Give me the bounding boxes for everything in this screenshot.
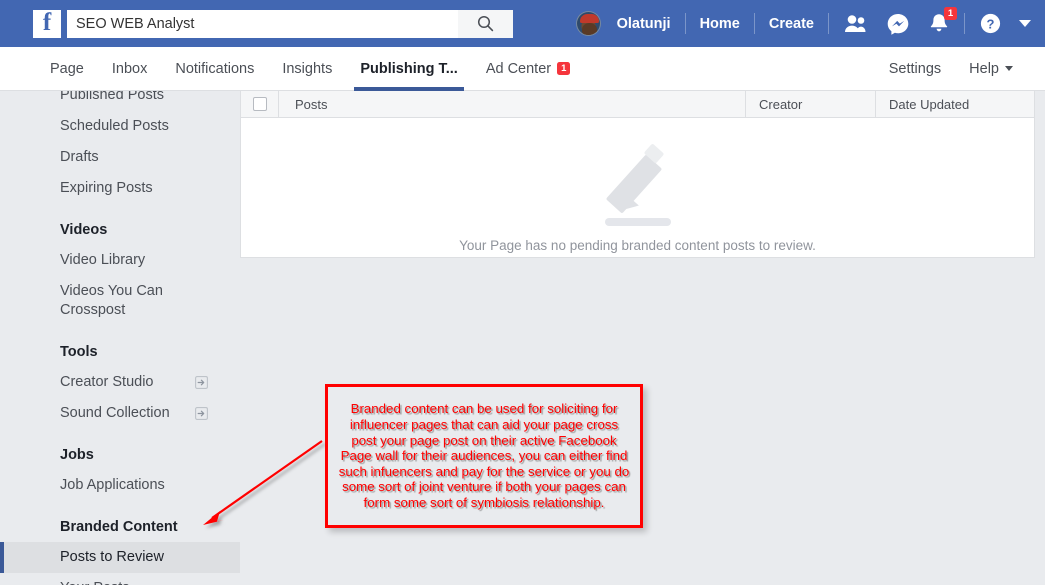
settings-label: Settings — [888, 60, 942, 77]
messenger-icon — [887, 13, 909, 35]
tab-label: Inbox — [111, 60, 148, 77]
sidebar-item-scheduled-posts[interactable]: Scheduled Posts — [0, 111, 240, 142]
tab-ad-center[interactable]: Ad Center 1 — [472, 47, 585, 90]
chevron-down-icon — [1005, 66, 1013, 71]
home-link[interactable]: Home — [691, 16, 749, 32]
annotation-text: Branded content can be used for soliciti… — [338, 401, 630, 510]
tab-label: Notifications — [175, 60, 255, 77]
column-header-creator[interactable]: Creator — [746, 90, 876, 118]
tab-label: Publishing T... — [360, 60, 458, 77]
column-header-date-updated[interactable]: Date Updated — [876, 91, 1034, 118]
sidebar-item-label: Drafts — [60, 149, 99, 165]
page-tab-bar-right: Settings Help — [875, 47, 1027, 90]
avatar[interactable] — [575, 11, 601, 36]
chevron-down-icon[interactable] — [1019, 20, 1031, 27]
column-header-posts[interactable]: Posts — [279, 90, 746, 118]
pencil-baseline — [604, 218, 671, 226]
tab-label: Ad Center — [485, 60, 552, 77]
sidebar-item-video-library[interactable]: Video Library — [0, 245, 240, 276]
help-menu[interactable]: Help — [955, 61, 1027, 77]
sidebar-item-creator-studio[interactable]: Creator Studio — [0, 367, 240, 398]
sidebar-item-label: Creator Studio — [60, 374, 154, 390]
red-arrow-pointer — [203, 440, 323, 525]
sidebar-item-label: Your Posts — [60, 580, 130, 585]
page-tabs: Page Inbox Notifications Insights Publis… — [36, 47, 585, 91]
divider — [828, 13, 829, 34]
empty-state: Your Page has no pending branded content… — [241, 118, 1034, 253]
divider — [684, 13, 686, 34]
create-link[interactable]: Create — [760, 16, 823, 32]
ad-center-badge: 1 — [557, 62, 571, 75]
sidebar-item-label: Scheduled Posts — [60, 118, 169, 134]
search-bar — [67, 9, 513, 38]
sidebar-item-label: Videos You Can Crosspost — [60, 283, 163, 318]
table-header-row: Posts Creator Date Updated — [241, 90, 1034, 118]
sidebar-item-published-posts[interactable]: Published Posts — [0, 91, 240, 111]
sidebar-section-videos: Videos — [60, 222, 108, 238]
help-label: Help — [969, 60, 999, 77]
notifications-button[interactable]: 1 — [919, 0, 959, 47]
search-input[interactable] — [67, 9, 458, 38]
tab-publishing-tools[interactable]: Publishing T... — [346, 47, 471, 91]
top-navigation-bar: f Olatunji Home Create — [0, 0, 1045, 47]
select-all-cell — [241, 90, 279, 118]
sidebar-item-expiring-posts[interactable]: Expiring Posts — [0, 173, 240, 204]
tab-notifications[interactable]: Notifications — [161, 47, 268, 90]
empty-state-message: Your Page has no pending branded content… — [459, 238, 816, 253]
search-icon — [477, 15, 494, 32]
sidebar-item-videos-you-can-crosspost[interactable]: Videos You Can Crosspost — [0, 276, 240, 326]
posts-to-review-panel: Posts Creator Date Updated Your Page has… — [240, 90, 1035, 258]
annotation-callout: Branded content can be used for soliciti… — [325, 384, 643, 528]
tab-page[interactable]: Page — [36, 47, 98, 90]
help-button[interactable]: ? — [970, 0, 1011, 47]
tab-inbox[interactable]: Inbox — [98, 47, 161, 90]
page-tab-bar: Page Inbox Notifications Insights Publis… — [0, 47, 1045, 91]
notifications-badge: 1 — [944, 7, 957, 20]
tab-insights[interactable]: Insights — [268, 47, 346, 90]
top-bar-right-controls: Olatunji Home Create 1 ? — [575, 0, 1031, 47]
sidebar-item-drafts[interactable]: Drafts — [0, 142, 240, 173]
divider — [753, 13, 755, 34]
sidebar-item-label: Published Posts — [60, 91, 164, 103]
sidebar-item-your-posts[interactable]: Your Posts — [0, 573, 240, 585]
divider — [964, 13, 965, 34]
external-link-icon — [195, 407, 208, 420]
external-link-icon — [195, 376, 208, 389]
friend-requests-icon — [845, 15, 866, 32]
select-all-checkbox[interactable] — [252, 97, 267, 111]
profile-name-link[interactable]: Olatunji — [608, 16, 680, 32]
messenger-button[interactable] — [877, 0, 919, 47]
tab-label: Insights — [282, 60, 333, 77]
search-button[interactable] — [458, 9, 513, 38]
help-circle-icon: ? — [980, 13, 1001, 34]
sidebar-section-tools: Tools — [60, 344, 98, 360]
pencil-icon — [592, 143, 684, 228]
svg-text:?: ? — [987, 16, 995, 31]
sidebar-item-label: Job Applications — [60, 477, 165, 493]
friend-requests-button[interactable] — [834, 0, 877, 47]
sidebar-item-label: Video Library — [60, 252, 146, 268]
sidebar-item-label: Posts to Review — [60, 549, 164, 565]
tab-label: Page — [50, 60, 84, 77]
settings-link[interactable]: Settings — [875, 61, 955, 77]
sidebar-item-label: Sound Collection — [60, 405, 170, 421]
sidebar-item-posts-to-review[interactable]: Posts to Review — [0, 542, 240, 573]
facebook-logo[interactable]: f — [33, 9, 61, 38]
sidebar-item-label: Expiring Posts — [60, 180, 153, 196]
